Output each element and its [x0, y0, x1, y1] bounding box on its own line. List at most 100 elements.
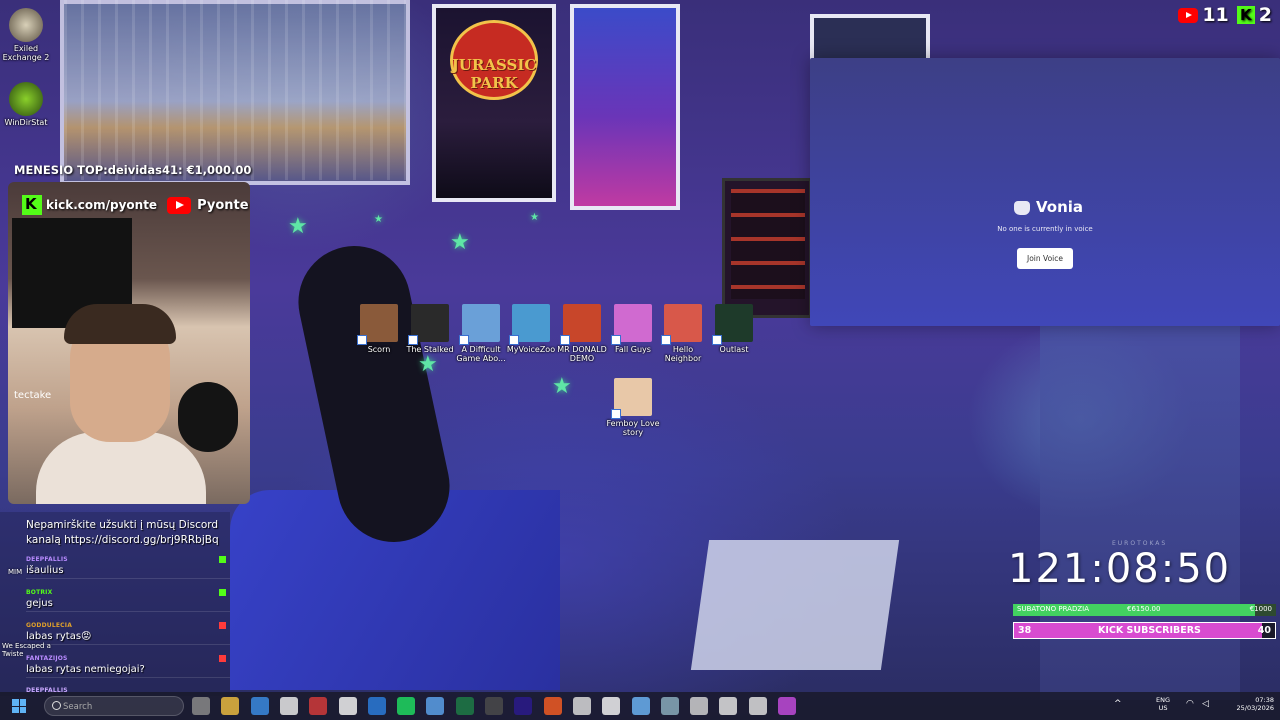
capcut-icon[interactable] [338, 697, 357, 715]
kick-icon: K [1236, 6, 1255, 24]
search-input[interactable] [63, 699, 173, 714]
photos-icon[interactable] [426, 697, 445, 715]
webcam-overlay: tectake kick.com/pyonte Pyonte [8, 182, 250, 504]
steam-icon[interactable] [660, 697, 679, 715]
stream-banner: kick.com/pyonte Pyonte [8, 192, 250, 218]
tf-icon[interactable] [778, 697, 796, 715]
language-indicator[interactable]: ENG US [1156, 696, 1170, 712]
edge-icon[interactable] [367, 697, 386, 715]
discord-voice-widget: Vonia No one is currently in voice Join … [810, 58, 1280, 326]
top-donation-text: MENESIO TOP:deividas41: €1,000.00 [14, 163, 252, 177]
notepad-icon[interactable] [631, 697, 650, 715]
discord-server-name: Vonia [1036, 198, 1084, 216]
game-icon-difficult-game[interactable]: A Difficult Game Abo... [453, 304, 509, 363]
game-icon-fall-guys[interactable]: Fall Guys [605, 304, 661, 354]
davinci-icon[interactable] [485, 697, 503, 715]
youtube-logo-icon [167, 196, 192, 214]
taskbar-search[interactable] [44, 696, 184, 716]
fall-guys-icon [611, 304, 652, 345]
game-icon-label: The Stalked [406, 345, 454, 354]
sub-badge-icon [219, 622, 226, 629]
taskbar: ^ ENG US ◠ ◁ 07:38 25/03/2026 [0, 692, 1280, 720]
chat-divider [26, 677, 230, 678]
sponsor-logo: tectake [14, 390, 52, 401]
chat-username: FANTAZIJOS [26, 655, 68, 662]
clock-date: 25/03/2026 [1236, 704, 1274, 712]
excel-icon[interactable] [455, 697, 474, 715]
youtube-count: 11 [1202, 4, 1229, 26]
subathon-label: SUBATONO PRADZIA [1017, 605, 1089, 613]
desktop-icon-label-partial: We Escaped a Twiste [2, 642, 51, 658]
game-icon-femboy-love-story[interactable]: Femboy Love story [605, 378, 661, 437]
app-icon[interactable] [748, 697, 767, 715]
wifi-icon[interactable]: ◠ [1186, 700, 1194, 709]
windirstat-icon [9, 82, 43, 116]
game-icon-myvoicezoo[interactable]: MyVoiceZoo [503, 304, 559, 354]
star-decoration: ★ [374, 214, 383, 225]
kick-subscribers-current: 38 [1018, 625, 1032, 636]
desktop-icon-label: Exiled Exchange 2 [2, 44, 50, 62]
jurassic-park-poster: JURASSIC PARK [432, 4, 556, 202]
youtube-icon [1178, 7, 1199, 23]
batman-poster [570, 4, 680, 210]
chrome-icon[interactable] [279, 697, 298, 715]
spotify-icon[interactable] [397, 697, 416, 715]
game-icon-hello-neighbor[interactable]: Hello Neighbor [655, 304, 711, 363]
chat-username: DEEPFALLIS [26, 556, 68, 563]
brave-icon[interactable] [543, 697, 562, 715]
webcam-headphones [178, 382, 238, 452]
chat-text: gejus [26, 598, 53, 609]
desktop-icon-windirstat[interactable]: WinDirStat [0, 82, 52, 127]
wall-poster [810, 14, 930, 64]
premiere-icon[interactable] [514, 697, 533, 715]
chat-message: DEEPFALLIS išaulius [26, 556, 230, 579]
store-icon[interactable] [250, 697, 269, 715]
file-explorer-icon[interactable] [192, 697, 210, 715]
game-icon-label: Outlast [719, 345, 749, 354]
join-voice-button[interactable]: Join Voice [1017, 248, 1073, 269]
clock-time: 07:38 [1255, 696, 1274, 704]
subathon-right-value: €1000 [1249, 605, 1272, 613]
mr-donald-icon [560, 304, 601, 345]
scorn-icon [357, 304, 398, 345]
game-icon-scorn[interactable]: Scorn [351, 304, 407, 354]
volume-icon[interactable]: ◁ [1202, 700, 1209, 709]
game-icon-mr-donald[interactable]: MR DONALD DEMO [554, 304, 610, 363]
tray-overflow-icon[interactable]: ^ [1114, 700, 1122, 709]
kick-badge-icon [219, 556, 226, 563]
kick-subscribers-bar: 38 KICK SUBSCRIBERS 40 [1013, 622, 1276, 639]
capcut-icon[interactable] [602, 697, 621, 715]
outlast-icon [712, 304, 753, 345]
sub-badge-icon [219, 655, 226, 662]
window-icon[interactable] [719, 697, 738, 715]
chat-text: labas rytas nemiegojai? [26, 664, 145, 675]
femboy-love-story-icon [611, 378, 652, 419]
kick-badge-icon [219, 589, 226, 596]
chat-username: BOTRIX [26, 589, 53, 596]
game-icon-the-stalked[interactable]: The Stalked [402, 304, 458, 354]
subathon-left-value: €6150.00 [1127, 605, 1161, 613]
chat-divider [26, 611, 230, 612]
notes-icon[interactable] [572, 697, 591, 715]
desktop-icon-label-partial: MIM [8, 568, 23, 576]
game-icon-label: MR DONALD DEMO [557, 345, 607, 363]
webcam-person-hair [64, 304, 176, 344]
snipping-icon[interactable] [309, 697, 328, 715]
game-icon-outlast[interactable]: Outlast [706, 304, 762, 354]
chat-text: labas rytas😡 [26, 631, 92, 642]
exiled-exchange-icon [9, 8, 43, 42]
jurassic-park-logo-text: JURASSIC PARK [451, 56, 537, 92]
folder-icon[interactable] [221, 697, 240, 715]
subathon-progress-bar: SUBATONO PRADZIA €6150.00 €1000 [1013, 604, 1276, 616]
subathon-timer: 121:08:50 [1008, 546, 1232, 592]
clock[interactable]: 07:38 25/03/2026 [1222, 696, 1274, 712]
start-button-icon[interactable] [12, 699, 26, 713]
terminal-icon[interactable] [690, 697, 709, 715]
chat-message: FANTAZIJOS labas rytas nemiegojai? [26, 655, 230, 678]
game-icon-label: MyVoiceZoo [506, 345, 556, 354]
star-decoration: ★ [450, 230, 470, 255]
search-icon [52, 701, 61, 710]
chat-message: BOTRIX gejus [26, 589, 230, 612]
arcade-poster [722, 178, 812, 318]
desktop-icon-exiled-exchange[interactable]: Exiled Exchange 2 [0, 8, 52, 62]
